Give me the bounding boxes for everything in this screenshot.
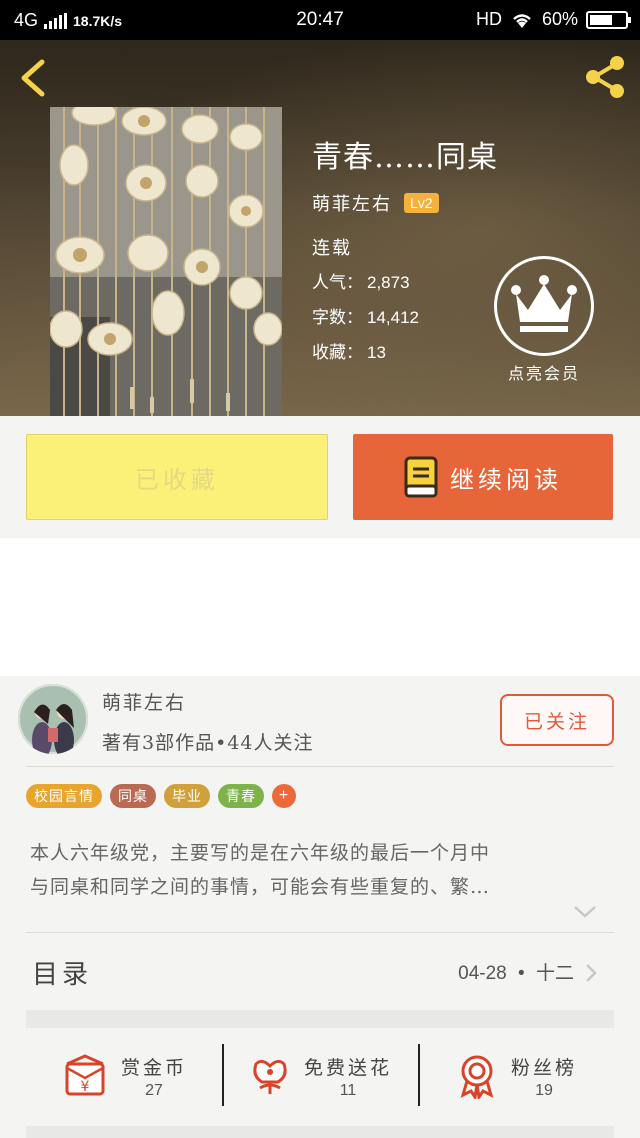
battery-percent: 60% [541, 9, 578, 29]
popularity-label: 人气： [312, 273, 363, 293]
send-flower-count: 11 [339, 1081, 357, 1099]
divider [26, 766, 614, 767]
author-line: 萌菲左右 Lv2 [312, 190, 439, 216]
book-description[interactable]: 本人六年级党，主要写的是在六年级的最后一个月中 与同桌和同学之间的事情，可能会有… [30, 836, 604, 904]
tag-list: 校园言情 同桌 毕业 青春 + [26, 784, 296, 808]
tag-graduation[interactable]: 毕业 [164, 784, 210, 808]
flower-icon [253, 1059, 287, 1094]
action-bar: 已收藏 继续阅读 [0, 416, 640, 538]
crown-icon [511, 275, 577, 332]
fan-ranking-button[interactable]: 粉丝榜 19 [418, 1028, 614, 1124]
latest-chapter-name: 十二 [535, 962, 574, 984]
hd-indicator: HD [475, 9, 502, 29]
word-count-value: 14,412 [367, 308, 419, 327]
follow-label: 已关注 [523, 710, 590, 733]
author-card-name[interactable]: 萌菲左右 [102, 688, 186, 715]
tag-campus-romance[interactable]: 校园言情 [26, 784, 102, 808]
popularity-stat: 人气： 2,873 [312, 268, 410, 293]
description-line-2: 与同桌和同学之间的事情，可能会有些重复的、繁… [30, 876, 491, 898]
author-avatar[interactable] [18, 684, 88, 754]
book-cover-image[interactable] [50, 107, 282, 416]
blank-area [0, 538, 640, 676]
wifi-icon [513, 13, 531, 28]
fan-ranking-label: 粉丝榜 [510, 1056, 577, 1079]
share-icon[interactable] [582, 54, 628, 100]
battery-icon [586, 10, 631, 29]
fan-ranking-count: 19 [535, 1081, 553, 1099]
vip-label: 点亮会员 [507, 364, 580, 383]
latest-chapter-separator: • [518, 963, 525, 984]
section-gap [26, 1010, 614, 1028]
table-of-contents-row[interactable]: 目录 04-28 • 十二 [26, 932, 614, 1010]
svg-text:¥: ¥ [81, 1079, 90, 1095]
reward-coins-label: 赏金币 [120, 1056, 187, 1079]
red-envelope-icon: ¥ [65, 1054, 105, 1096]
send-flower-label: 免费送花 [303, 1056, 392, 1079]
chevron-right-icon [586, 964, 597, 982]
author-name[interactable]: 萌菲左右 [312, 190, 392, 216]
author-works-summary: 著有3部作品•44人关注 [102, 732, 314, 754]
toc-title: 目录 [32, 960, 93, 990]
favorites-value: 13 [367, 343, 386, 362]
favorites-label: 收藏： [312, 343, 363, 363]
book-title: 青春……同桌 [312, 140, 498, 175]
book-header: 4G 18.7K/s 20:47 HD 60% 青春……同桌 萌菲左右 Lv2 … [0, 0, 640, 416]
vip-circle [494, 256, 594, 356]
author-card: 萌菲左右 著有3部作品•44人关注 已关注 校园言情 同桌 毕业 青春 + 本人… [0, 676, 640, 1138]
word-count-stat: 字数： 14,412 [312, 303, 419, 328]
book-icon [404, 456, 438, 498]
section-gap [26, 1126, 614, 1138]
favorited-button[interactable]: 已收藏 [26, 434, 328, 520]
favorites-stat: 收藏： 13 [312, 338, 386, 363]
level-badge: Lv2 [404, 193, 439, 213]
latest-chapter-date: 04-28 [458, 963, 507, 984]
chevron-down-icon[interactable] [572, 904, 598, 920]
send-flower-button[interactable]: 免费送花 11 [222, 1028, 418, 1124]
follow-button[interactable]: 已关注 [500, 694, 614, 746]
reward-coins-button[interactable]: ¥ 赏金币 27 [26, 1028, 222, 1124]
description-line-1: 本人六年级党，主要写的是在六年级的最后一个月中 [30, 842, 491, 864]
reward-bar: ¥ 赏金币 27 免费送花 11 粉丝榜 19 [26, 1028, 614, 1124]
add-tag-button[interactable]: + [272, 784, 296, 808]
status-bar: 4G 18.7K/s 20:47 HD 60% [0, 0, 640, 40]
tag-deskmate[interactable]: 同桌 [110, 784, 156, 808]
word-count-label: 字数： [312, 308, 363, 328]
ribbon-badge-icon [460, 1055, 494, 1099]
vip-button[interactable]: 点亮会员 [494, 256, 594, 390]
reward-coins-count: 27 [145, 1081, 163, 1099]
popularity-value: 2,873 [367, 273, 410, 292]
latest-chapter: 04-28 • 十二 [458, 958, 574, 985]
continue-reading-button[interactable]: 继续阅读 [353, 434, 613, 520]
serial-status: 连载 [312, 238, 352, 259]
tag-youth[interactable]: 青春 [218, 784, 264, 808]
favorited-label: 已收藏 [135, 465, 219, 494]
continue-reading-label: 继续阅读 [450, 465, 562, 494]
back-arrow-icon[interactable] [14, 56, 54, 100]
